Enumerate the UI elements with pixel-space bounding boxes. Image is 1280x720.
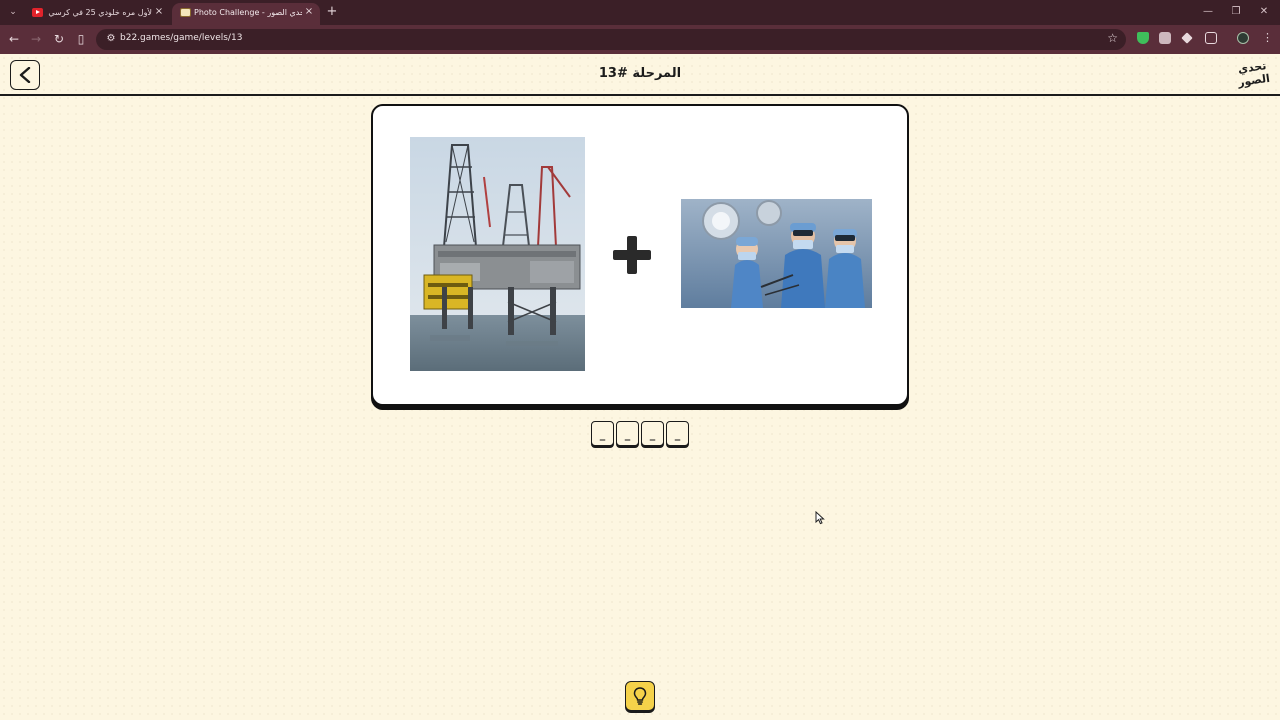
tab-search-button[interactable]: ⌄ [6,5,20,19]
profile-avatar[interactable] [1237,32,1249,44]
game-page: المرحلة #13 تحدي الصور _ _ _ _ [0,54,1280,720]
tab-close-icon[interactable]: × [303,6,315,18]
lightbulb-icon [633,687,647,705]
game-favicon-icon [180,8,191,17]
answer-slot[interactable]: _ [641,421,664,446]
shield-extension-icon[interactable] [1137,32,1149,44]
puzzle-card [371,104,909,406]
answer-slot[interactable]: _ [591,421,614,446]
mouse-cursor-icon [815,511,825,525]
tab-close-icon[interactable]: × [153,6,165,18]
oil-rig-image [410,137,585,371]
answer-slots: _ _ _ _ [591,421,691,447]
bookmark-star-icon[interactable]: ☆ [1107,31,1118,45]
tab-title: Photo Challenge - تحدي الصور [194,8,302,17]
logo-text: تحدي الصور [1237,59,1271,90]
diamond-extension-icon[interactable] [1181,32,1193,44]
level-title: المرحلة #13 [598,66,682,81]
browser-tab-bar: ⌄ لأول مره خلودي 25 في كرسي الا × Photo … [0,0,1280,25]
browser-toolbar: ← → ↻ ▯ ⚙ b22.games/game/levels/13 ☆ ⋮ [0,25,1280,54]
address-bar[interactable]: ⚙ b22.games/game/levels/13 ☆ [96,29,1126,50]
tab-title: لأول مره خلودي 25 في كرسي الا [46,8,152,17]
side-panel-button[interactable]: ▯ [73,31,89,47]
surgeons-image [681,199,872,308]
game-logo[interactable]: تحدي الصور [1236,59,1271,90]
minimize-button[interactable]: — [1199,4,1217,20]
extensions-puzzle-icon[interactable] [1205,32,1217,44]
url-text[interactable]: b22.games/game/levels/13 [120,33,242,43]
extension-icon[interactable] [1159,32,1171,44]
hint-button[interactable] [625,681,655,711]
new-tab-button[interactable]: + [325,4,339,20]
answer-slot[interactable]: _ [616,421,639,446]
browser-tab-youtube[interactable]: لأول مره خلودي 25 في كرسي الا × [24,3,170,25]
plus-icon [613,236,651,274]
maximize-button[interactable]: ❐ [1227,4,1245,20]
site-info-icon[interactable]: ⚙ [104,32,118,46]
back-nav-button[interactable]: ← [6,31,22,47]
browser-menu-icon[interactable]: ⋮ [1262,32,1273,44]
game-header: المرحلة #13 تحدي الصور [0,54,1280,96]
reload-button[interactable]: ↻ [51,31,67,47]
youtube-icon [32,8,43,17]
answer-slot[interactable]: _ [666,421,689,446]
window-close-button[interactable]: ✕ [1255,4,1273,20]
forward-nav-button[interactable]: → [28,31,44,47]
browser-tab-photo-challenge[interactable]: Photo Challenge - تحدي الصور × [172,3,320,25]
